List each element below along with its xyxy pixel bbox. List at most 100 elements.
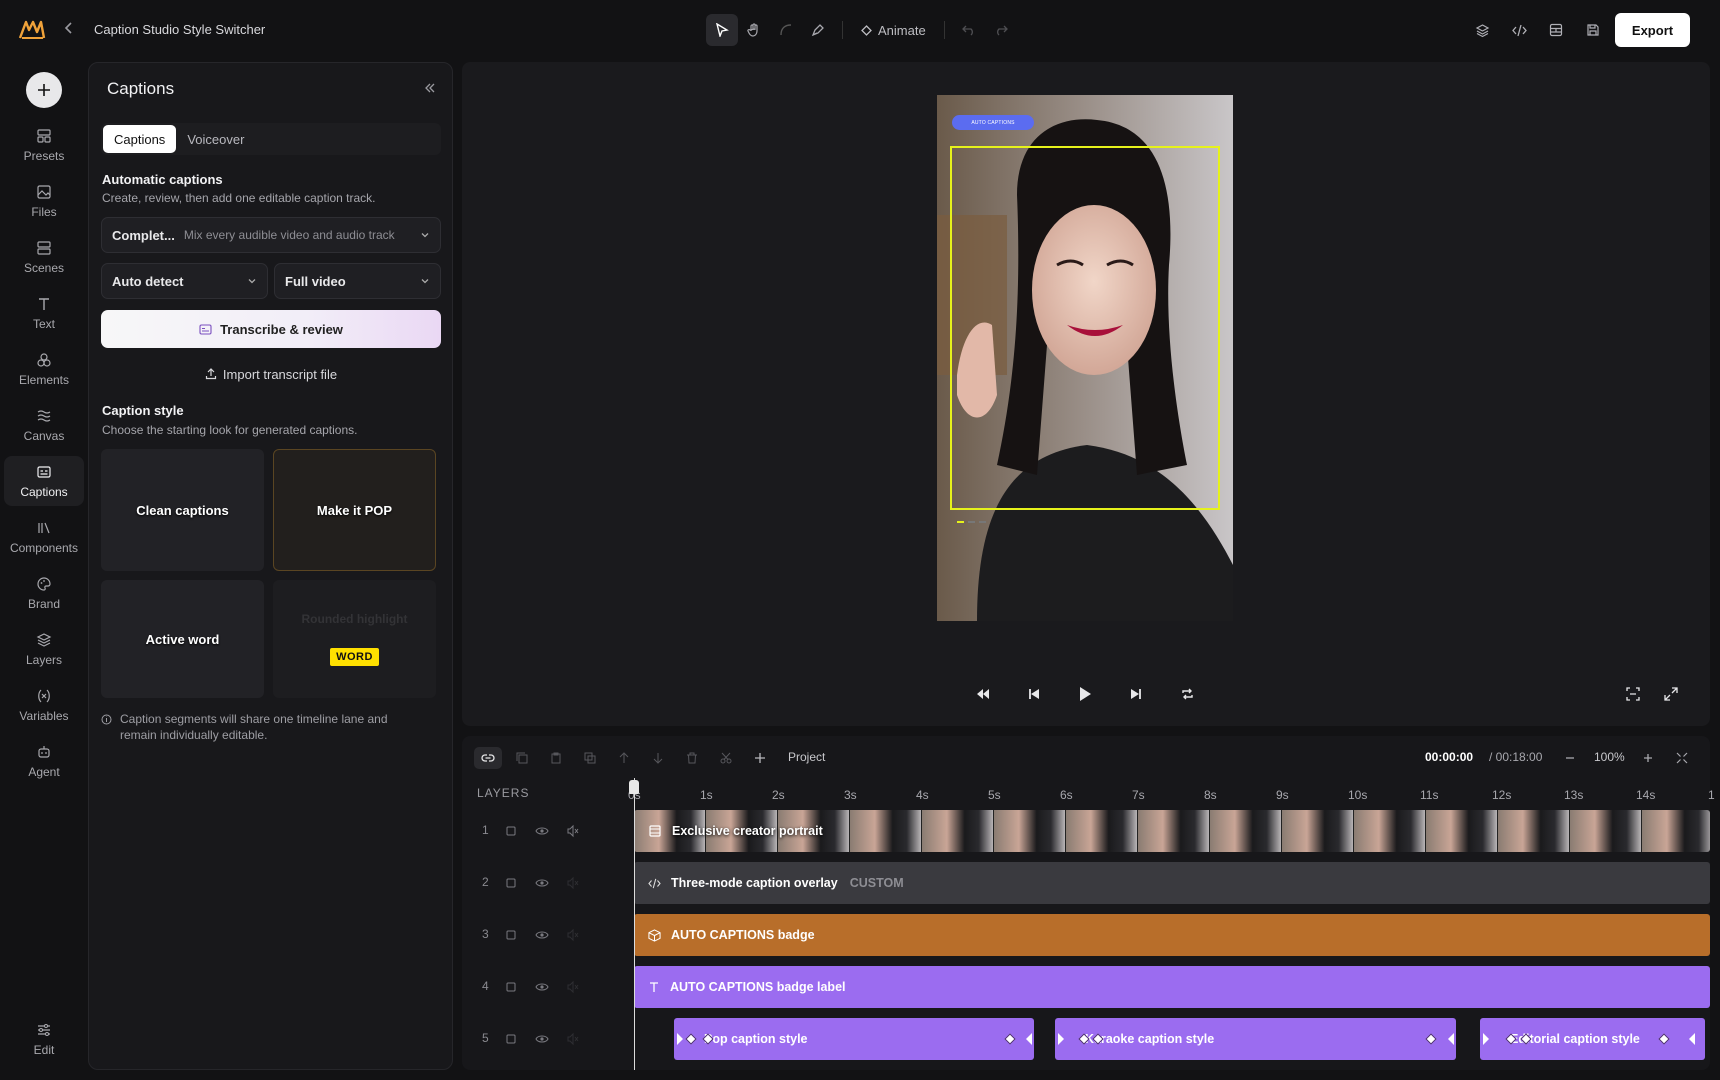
audio-icon[interactable] (566, 928, 580, 942)
text-icon (650, 982, 658, 992)
style-card-active-word[interactable]: Active word (101, 580, 264, 698)
selection-box[interactable] (950, 146, 1220, 510)
copy-icon[interactable] (508, 747, 536, 769)
style-card-pop[interactable]: Make it POP (273, 449, 436, 571)
rail-item-presets[interactable]: Presets (4, 120, 84, 170)
caption-mode-select[interactable]: Complet... Mix every audible video and a… (101, 217, 441, 253)
fullscreen-icon[interactable] (1658, 681, 1684, 707)
add-layer-icon[interactable] (746, 747, 774, 769)
rail-item-layers[interactable]: Layers (4, 624, 84, 674)
rail-item-scenes[interactable]: Scenes (4, 232, 84, 282)
style-card-clean[interactable]: Clean captions (101, 449, 264, 571)
video-thumbnail (1282, 810, 1354, 852)
tick-label: 14s (1636, 788, 1656, 802)
hand-tool-icon[interactable] (738, 14, 770, 46)
zoom-out-icon[interactable] (1556, 747, 1584, 769)
pen-tool-icon[interactable] (802, 14, 834, 46)
rail-item-edit[interactable]: Edit (4, 1014, 84, 1064)
rail-item-captions[interactable]: Captions (4, 456, 84, 506)
track-video-portrait[interactable]: Exclusive creator portrait (634, 810, 1710, 852)
project-label[interactable]: Project (788, 750, 825, 764)
rail-item-brand[interactable]: Brand (4, 568, 84, 618)
playhead-handle[interactable] (629, 780, 639, 794)
fit-timeline-icon[interactable] (1668, 747, 1696, 769)
rail-item-text[interactable]: Text (4, 288, 84, 338)
import-label: Import transcript file (222, 366, 338, 382)
audio-icon[interactable] (566, 1032, 580, 1046)
loop-icon[interactable] (1174, 681, 1200, 707)
animate-button[interactable]: Animate (851, 23, 936, 38)
scissors-icon[interactable] (712, 747, 740, 769)
clip-trim-handle[interactable] (1448, 1033, 1454, 1045)
code-icon[interactable] (1505, 16, 1533, 44)
track-badge[interactable]: AUTO CAPTIONS badge (634, 914, 1710, 956)
rail-item-components[interactable]: Components (4, 512, 84, 562)
eye-icon[interactable] (535, 928, 549, 942)
track-badge-label[interactable]: AUTO CAPTIONS badge label (634, 966, 1710, 1008)
type-icon[interactable] (504, 824, 518, 838)
track-label: AUTO CAPTIONS badge (671, 928, 815, 942)
rail-label: Files (31, 204, 57, 219)
duplicate-icon[interactable] (576, 747, 604, 769)
clip-trim-handle[interactable] (1026, 1033, 1032, 1045)
clip-trim-handle[interactable] (1689, 1033, 1695, 1045)
style-card-rounded-highlight[interactable]: Rounded highlight WORD (273, 580, 436, 698)
video-thumbnail (1210, 810, 1282, 852)
skip-forward-icon[interactable] (1123, 681, 1149, 707)
rail-item-agent[interactable]: Agent (4, 736, 84, 786)
eye-icon[interactable] (535, 980, 549, 994)
paste-icon[interactable] (542, 747, 570, 769)
tab-captions[interactable]: Captions (103, 125, 177, 153)
type-icon[interactable] (504, 1032, 518, 1046)
skip-back-icon[interactable] (1021, 681, 1047, 707)
audio-icon[interactable] (566, 824, 580, 838)
select-tool-icon[interactable] (706, 14, 738, 46)
layout-icon[interactable] (1542, 16, 1570, 44)
undo-icon[interactable] (953, 14, 985, 46)
rail-item-canvas[interactable]: Canvas (4, 400, 84, 450)
type-icon[interactable] (504, 980, 518, 994)
clip-trim-handle[interactable] (677, 1033, 683, 1045)
move-down-icon[interactable] (644, 747, 672, 769)
trash-icon[interactable] (678, 747, 706, 769)
play-icon[interactable] (1072, 681, 1098, 707)
video-frame[interactable]: AUTO CAPTIONS (937, 95, 1233, 621)
redo-icon[interactable] (985, 14, 1017, 46)
rewind-icon[interactable] (970, 681, 996, 707)
type-icon[interactable] (504, 876, 518, 890)
rail-item-files[interactable]: Files (4, 176, 84, 226)
tab-voiceover[interactable]: Voiceover (176, 125, 255, 153)
audio-icon[interactable] (566, 980, 580, 994)
toolbar-divider (842, 21, 843, 39)
clip-pop-caption[interactable]: Pop caption style (674, 1018, 1034, 1060)
rail-item-elements[interactable]: Elements (4, 344, 84, 394)
back-chevron-icon[interactable] (64, 21, 76, 35)
save-icon[interactable] (1579, 16, 1607, 44)
zoom-in-icon[interactable] (1634, 747, 1662, 769)
add-button[interactable] (26, 72, 62, 108)
rail-item-variables[interactable]: Variables (4, 680, 84, 730)
link-icon[interactable] (474, 747, 502, 769)
import-transcript-button[interactable]: Import transcript file (101, 363, 441, 385)
eye-icon[interactable] (535, 876, 549, 890)
fit-screen-icon[interactable] (1620, 681, 1646, 707)
layers-heading: LAYERS (477, 786, 530, 800)
export-button[interactable]: Export (1615, 13, 1690, 47)
language-select[interactable]: Auto detect (101, 263, 268, 299)
app-logo-icon[interactable] (18, 18, 46, 42)
clip-karaoke-caption[interactable]: Karaoke caption style (1055, 1018, 1456, 1060)
range-select[interactable]: Full video (274, 263, 441, 299)
layers-stack-icon[interactable] (1468, 16, 1496, 44)
clip-trim-handle[interactable] (1058, 1033, 1064, 1045)
transcribe-review-button[interactable]: Transcribe & review (101, 310, 441, 348)
collapse-panel-icon[interactable] (424, 83, 436, 93)
track-caption-overlay[interactable]: Three-mode caption overlay CUSTOM (634, 862, 1710, 904)
curve-tool-icon[interactable] (770, 14, 802, 46)
clip-trim-handle[interactable] (1483, 1033, 1489, 1045)
move-up-icon[interactable] (610, 747, 638, 769)
audio-icon[interactable] (566, 876, 580, 890)
auto-captions-badge[interactable]: AUTO CAPTIONS (952, 115, 1034, 130)
type-icon[interactable] (504, 928, 518, 942)
eye-icon[interactable] (535, 1032, 549, 1046)
eye-icon[interactable] (535, 824, 549, 838)
